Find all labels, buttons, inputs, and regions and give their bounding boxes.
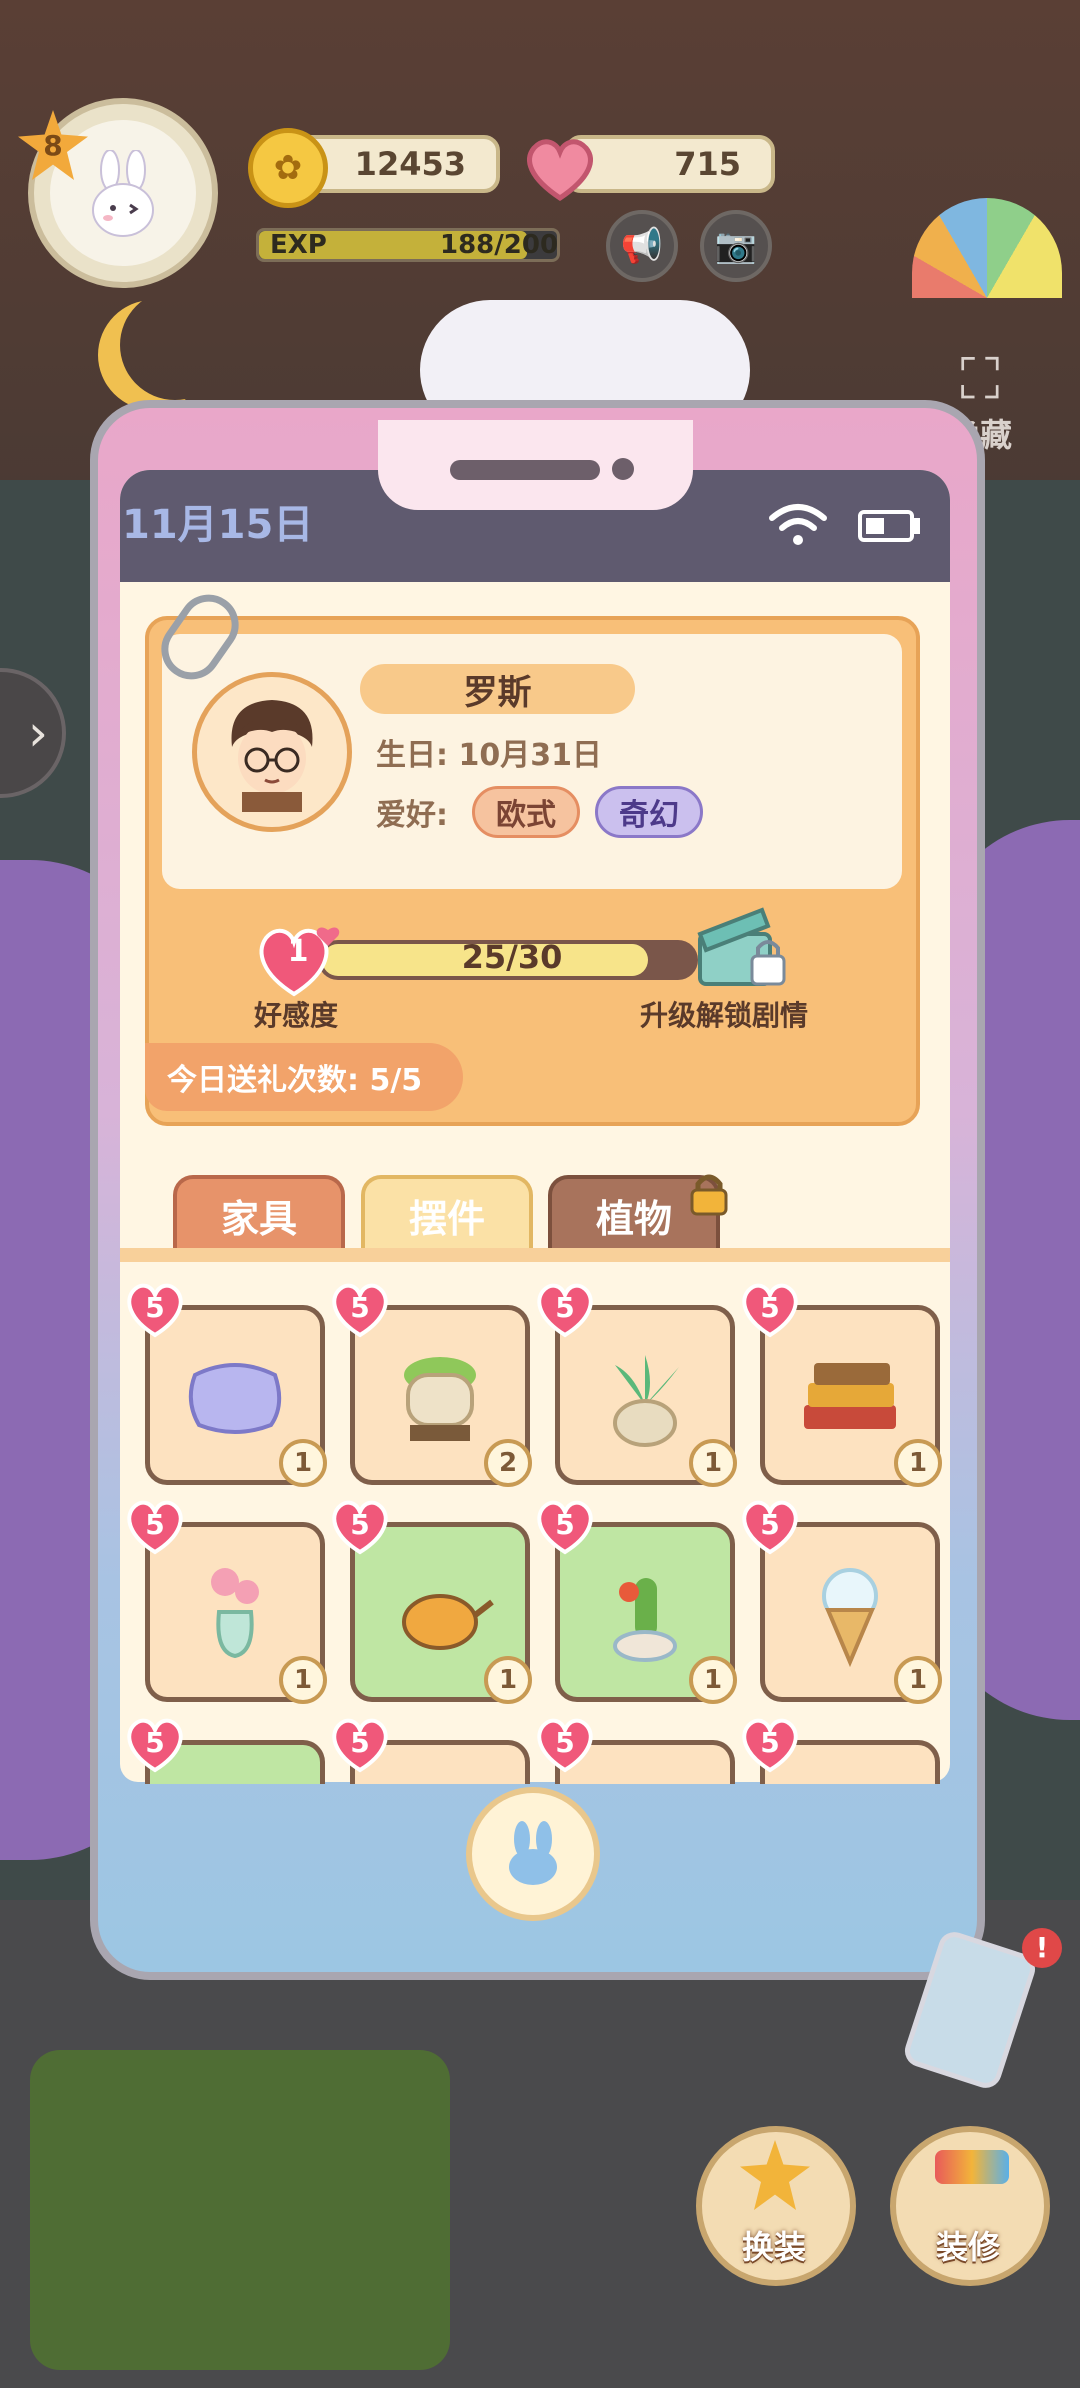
heart-value: 5 [145, 1726, 165, 1759]
bunny-avatar-icon [92, 150, 154, 237]
camera-button[interactable]: 📷 [700, 210, 772, 282]
heart-value: 5 [760, 1726, 780, 1759]
character-birthday: 生日: 10月31日 [376, 738, 602, 773]
phone-home-button[interactable] [466, 1787, 600, 1921]
phone-date: 11月15日 [122, 502, 314, 548]
moon-icon [120, 290, 230, 400]
pillow-icon [175, 1335, 295, 1455]
leafy-plant-icon [585, 1335, 705, 1455]
heart-value: 5 [760, 1291, 780, 1324]
camera-icon: 📷 [714, 226, 758, 266]
hobby-tag: 奇幻 [595, 786, 703, 838]
wifi-icon [769, 504, 827, 545]
heart-value: 5 [145, 1508, 165, 1541]
heart-value: 5 [555, 1508, 575, 1541]
heart-value: 5 [555, 1291, 575, 1324]
exp-value: 188/200 [440, 230, 559, 260]
books-icon [790, 1335, 910, 1455]
battery-tip [914, 518, 920, 534]
item-quantity: 1 [279, 1439, 327, 1487]
affection-level: 1 [287, 934, 309, 969]
tab-underline [120, 1248, 950, 1262]
tab-furniture[interactable]: 家具 [173, 1175, 345, 1251]
lock-icon [690, 1174, 728, 1216]
heart-value: 5 [145, 1291, 165, 1324]
speaker-button[interactable]: 📢 [606, 210, 678, 282]
clapperboard-lock-icon[interactable] [696, 904, 788, 990]
unlock-story-label: 升级解锁剧情 [640, 999, 809, 1032]
character-portrait [192, 672, 352, 832]
item-quantity: 1 [689, 1656, 737, 1704]
cactus-icon [585, 1552, 705, 1672]
heart-value: 5 [555, 1726, 575, 1759]
item-quantity: 2 [484, 1439, 532, 1487]
heart-value: 5 [760, 1508, 780, 1541]
pot-plant-icon [380, 1335, 500, 1455]
item-quantity: 1 [484, 1656, 532, 1704]
flower-vase-icon [175, 1552, 295, 1672]
bunny-icon [509, 1821, 557, 1885]
exp-label: EXP [270, 230, 327, 260]
item-quantity: 1 [279, 1656, 327, 1704]
character-name: 罗斯 [360, 664, 635, 714]
hobby-label: 爱好: [376, 798, 448, 833]
ice-cream-icon [790, 1552, 910, 1672]
heart-value: 5 [350, 1726, 370, 1759]
phone-speaker [450, 460, 600, 480]
paint-roller-icon [935, 2150, 1009, 2184]
dress-up-label: 换装 [742, 2228, 807, 2266]
item-quantity: 1 [894, 1439, 942, 1487]
gift-count: 今日送礼次数: 5/5 [145, 1043, 463, 1111]
affection-label: 好感度 [254, 999, 339, 1032]
decorate-label: 装修 [936, 2228, 1001, 2266]
scene-grass [30, 2050, 450, 2370]
tab-ornaments[interactable]: 摆件 [361, 1175, 533, 1251]
chevron-right-icon: › [28, 704, 48, 762]
heart-currency-icon [527, 139, 593, 202]
megaphone-icon: 📢 [620, 226, 664, 266]
heart-value: 5 [350, 1291, 370, 1324]
character-face-icon [231, 700, 313, 812]
phone-camera [612, 458, 634, 480]
teapot-icon [380, 1552, 500, 1672]
hobby-tag: 欧式 [472, 786, 580, 838]
coin-icon: ✿ [248, 128, 328, 208]
item-quantity: 1 [894, 1656, 942, 1704]
heart-value: 5 [350, 1508, 370, 1541]
affection-value: 25/30 [461, 938, 563, 976]
item-quantity: 1 [689, 1439, 737, 1487]
alert-badge-icon: ! [1022, 1928, 1062, 1968]
battery-level [866, 518, 884, 534]
frame-icon: ⛶ [960, 347, 1000, 412]
